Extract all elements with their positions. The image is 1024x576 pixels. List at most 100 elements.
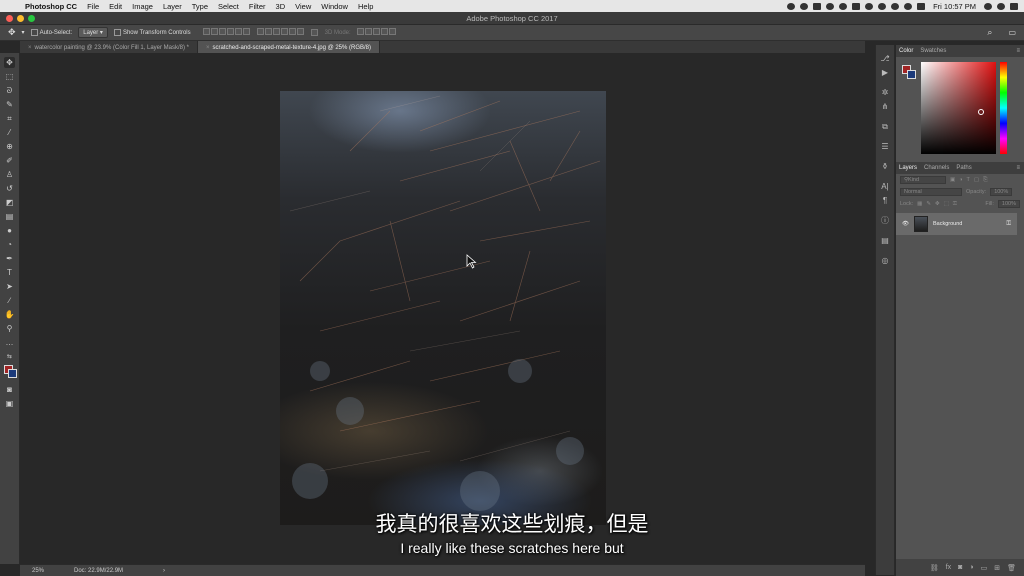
lock-image-icon[interactable]: ✎ — [926, 201, 931, 207]
align-top-edges-icon[interactable] — [202, 28, 210, 35]
tab-color[interactable]: Color — [899, 48, 913, 54]
actions-play-icon[interactable]: ▶ — [879, 69, 891, 77]
screen-mode-icon[interactable]: ▣ — [4, 398, 15, 409]
type-tool-icon[interactable]: T — [4, 267, 15, 278]
auto-align-layers-icon[interactable] — [310, 29, 318, 36]
swap-colors-icon[interactable]: ⇆ — [4, 351, 15, 362]
menu-help[interactable]: Help — [353, 2, 378, 11]
panel-menu-icon[interactable]: ≡ — [1016, 48, 1020, 54]
background-color-swatch[interactable] — [7, 369, 17, 378]
eraser-tool-icon[interactable]: ◩ — [4, 197, 15, 208]
align-vertical-centers-icon[interactable] — [210, 28, 218, 35]
panel-menu-icon[interactable]: ≡ — [1016, 165, 1020, 171]
tab-watercolor-painting[interactable]: × watercolor painting @ 23.9% (Color Fil… — [20, 41, 199, 53]
lock-position-icon[interactable]: ✥ — [935, 201, 940, 207]
status-icon[interactable] — [852, 2, 861, 10]
lasso-tool-icon[interactable]: ᘐ — [4, 85, 15, 96]
adjustment-layer-icon[interactable]: ◑ — [969, 564, 973, 571]
status-icon[interactable] — [826, 2, 835, 10]
distribute-left-icon[interactable] — [280, 28, 288, 35]
lock-transparent-icon[interactable]: ▦ — [917, 201, 922, 207]
bluetooth-icon[interactable] — [878, 2, 887, 10]
delete-layer-icon[interactable]: 🗑 — [1007, 564, 1016, 572]
menubar-clock[interactable]: Fri 10:57 PM — [930, 2, 979, 11]
info-icon[interactable]: ⓘ — [879, 217, 891, 225]
3d-orbit-icon[interactable] — [356, 28, 364, 35]
preset-dropdown-icon[interactable]: ▾ — [22, 29, 25, 36]
filter-adjustment-icon[interactable]: ◑ — [959, 177, 962, 183]
distribute-hcenter-icon[interactable] — [288, 28, 296, 35]
opacity-field[interactable]: 100% — [990, 188, 1013, 196]
pen-tool-icon[interactable]: ✒ — [4, 253, 15, 264]
notification-center-icon[interactable] — [1010, 2, 1018, 10]
move-tool-icon[interactable]: ✥ — [4, 57, 15, 68]
status-icon[interactable] — [813, 2, 822, 10]
eyedropper-tool-icon[interactable]: ⁄ — [4, 127, 15, 138]
menu-view[interactable]: View — [290, 2, 316, 11]
brush-settings-icon[interactable]: ⋔ — [879, 103, 891, 111]
clone-stamp-tool-icon[interactable]: ♙ — [4, 169, 15, 180]
3d-scale-icon[interactable] — [388, 28, 396, 35]
menu-type[interactable]: Type — [187, 2, 213, 11]
tab-swatches[interactable]: Swatches — [920, 48, 946, 54]
distribute-center-icon[interactable] — [264, 28, 272, 35]
menu-edit[interactable]: Edit — [104, 2, 127, 11]
3d-pan-icon[interactable] — [372, 28, 380, 35]
dodge-tool-icon[interactable]: ◔ — [4, 239, 15, 250]
tab-metal-texture[interactable]: × scratched-and-scraped-metal-texture-4.… — [198, 41, 381, 53]
hand-tool-icon[interactable]: ✋ — [4, 309, 15, 320]
layer-name[interactable]: Background — [933, 221, 962, 227]
properties-icon[interactable]: ☰ — [879, 143, 891, 151]
blur-tool-icon[interactable]: ● — [4, 225, 15, 236]
close-tab-icon[interactable]: × — [28, 45, 32, 51]
zoom-level[interactable]: 25% — [32, 568, 44, 574]
document-image-metal-texture[interactable] — [280, 91, 606, 525]
hue-slider[interactable] — [1000, 62, 1007, 154]
status-icon[interactable] — [787, 2, 796, 10]
status-icon[interactable] — [839, 2, 848, 10]
menu-file[interactable]: File — [82, 2, 104, 11]
history-brush-tool-icon[interactable]: ↺ — [4, 183, 15, 194]
close-tab-icon[interactable]: × — [206, 45, 210, 51]
wifi-icon[interactable] — [891, 2, 900, 10]
lock-artboard-icon[interactable]: ⬚ — [944, 201, 949, 207]
paragraph-icon[interactable]: ¶ — [879, 197, 891, 205]
blend-mode-dropdown[interactable]: Normal — [900, 188, 962, 196]
align-left-edges-icon[interactable] — [226, 28, 234, 35]
quick-selection-tool-icon[interactable]: ✎ — [4, 99, 15, 110]
filter-type-icon[interactable]: T — [967, 177, 970, 183]
new-group-icon[interactable]: ▭ — [981, 564, 988, 572]
layer-kind-filter[interactable]: ⚲ Kind — [900, 176, 946, 184]
move-tool-preset-icon[interactable]: ✥ — [8, 27, 16, 38]
history-icon[interactable]: ⎇ — [879, 55, 891, 63]
color-picker-handle[interactable] — [978, 109, 984, 115]
canvas-area[interactable] — [20, 53, 865, 564]
quick-mask-icon[interactable]: ◙ — [4, 384, 15, 395]
tab-layers[interactable]: Layers — [899, 165, 917, 171]
show-transform-controls-checkbox[interactable]: Show Transform Controls — [113, 28, 191, 36]
distribute-right-icon[interactable] — [296, 28, 304, 35]
layer-style-icon[interactable]: fx — [946, 564, 951, 571]
time-machine-icon[interactable] — [865, 2, 874, 10]
filter-shape-icon[interactable]: ▢ — [974, 177, 979, 183]
status-icon[interactable] — [800, 2, 809, 10]
filter-smart-object-icon[interactable]: ⎘ — [983, 177, 987, 184]
libraries-icon[interactable]: ⚱ — [879, 163, 891, 171]
menu-select[interactable]: Select — [213, 2, 244, 11]
gradient-tool-icon[interactable]: ▤ — [4, 211, 15, 222]
lock-icon[interactable]: ⚿ — [1006, 221, 1011, 228]
more-tools-icon[interactable]: … — [4, 337, 15, 348]
menu-layer[interactable]: Layer — [158, 2, 187, 11]
spotlight-search-icon[interactable] — [984, 2, 992, 10]
zoom-tool-icon[interactable]: ⚲ — [4, 323, 15, 334]
volume-icon[interactable] — [904, 2, 913, 10]
menu-3d[interactable]: 3D — [271, 2, 291, 11]
user-avatar-icon[interactable] — [997, 2, 1005, 10]
character-icon[interactable]: A| — [879, 183, 891, 191]
auto-select-checkbox[interactable]: Auto-Select: — [30, 28, 72, 36]
3d-panel-icon[interactable]: ◎ — [879, 257, 891, 265]
status-menu-arrow-icon[interactable]: › — [163, 568, 165, 574]
lock-all-icon[interactable]: ⚿ — [953, 201, 957, 208]
brush-tool-icon[interactable]: ✐ — [4, 155, 15, 166]
battery-icon[interactable] — [917, 2, 926, 10]
